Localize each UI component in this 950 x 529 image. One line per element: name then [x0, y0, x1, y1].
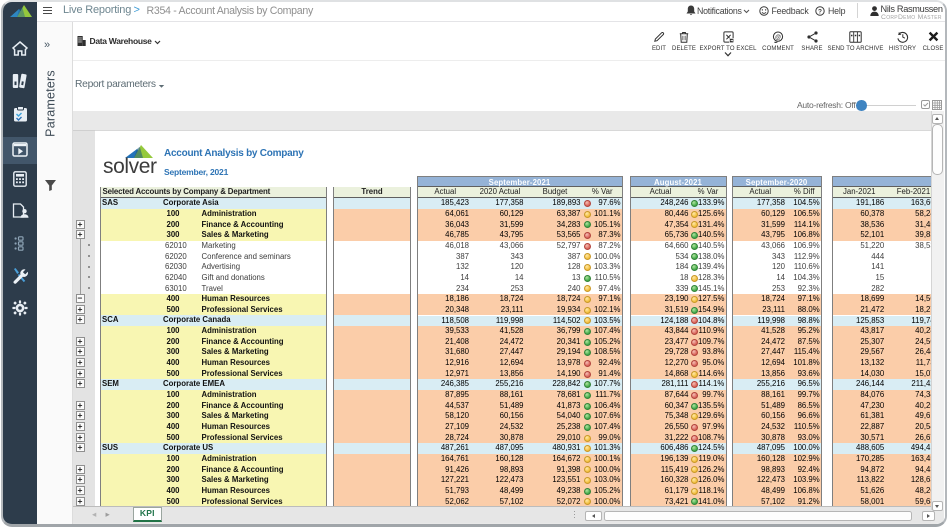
svg-text:?: ?	[818, 8, 822, 15]
svg-text:@: @	[775, 35, 781, 41]
